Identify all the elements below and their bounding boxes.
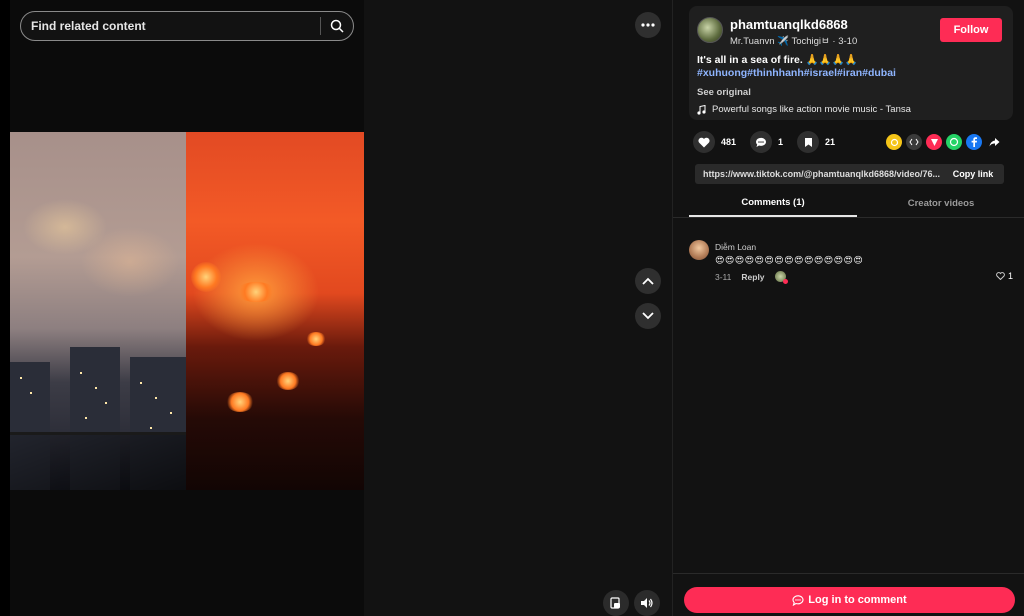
- more-horizontal-icon: [641, 23, 655, 27]
- search-button[interactable]: [321, 12, 353, 40]
- volume-icon: [641, 598, 653, 608]
- tab-comments[interactable]: Comments (1): [689, 190, 857, 217]
- share-url[interactable]: https://www.tiktok.com/@phamtuanqlkd6868…: [695, 169, 942, 179]
- more-share-button[interactable]: [986, 134, 1002, 150]
- miniplayer-icon: [610, 597, 620, 609]
- search-bar[interactable]: [20, 11, 354, 41]
- commenter-avatar[interactable]: [689, 240, 709, 260]
- comment-icon: [756, 137, 767, 147]
- like-button[interactable]: 481: [693, 131, 736, 153]
- engagement-stats: 481 1 21: [693, 131, 849, 153]
- music-title: Powerful songs like action movie music -…: [712, 104, 911, 115]
- comment-date: 3-11: [715, 271, 732, 282]
- reply-button[interactable]: Reply: [741, 272, 764, 282]
- repost-icon: [890, 138, 898, 146]
- comment-like-button[interactable]: 1: [996, 271, 1013, 281]
- details-panel: phamtuanqlkd6868 Mr.Tuanvn ✈️ Tochigiㅂ ·…: [672, 0, 1024, 616]
- heart-outline-icon: [996, 272, 1005, 280]
- share-arrow-icon: [989, 138, 999, 147]
- hashtag-link[interactable]: #xuhuong: [697, 67, 747, 79]
- see-original-link[interactable]: See original: [697, 87, 751, 98]
- share-icons: [886, 134, 1002, 150]
- video-right-scene: [186, 132, 364, 490]
- author-subline: Mr.Tuanvn ✈️ Tochigiㅂ · 3-10: [730, 33, 857, 47]
- video-left-scene: [10, 132, 186, 490]
- search-input[interactable]: [21, 19, 320, 33]
- username[interactable]: phamtuanqlkd6868: [730, 17, 848, 32]
- hashtag-link[interactable]: #dubai: [862, 67, 896, 79]
- repost-button[interactable]: [886, 134, 902, 150]
- like-count: 481: [721, 137, 737, 147]
- comment-button[interactable]: 1: [750, 131, 783, 153]
- avatar[interactable]: [697, 17, 723, 43]
- next-video-button[interactable]: [635, 303, 661, 329]
- volume-button[interactable]: [634, 590, 660, 616]
- comment-meta: 3-11 Reply: [715, 271, 788, 284]
- whatsapp-icon: [949, 137, 959, 147]
- hashtag-link[interactable]: #iran: [837, 67, 862, 79]
- login-label: Log in to comment: [808, 594, 907, 606]
- heart-icon: [698, 137, 710, 147]
- save-button[interactable]: 21: [797, 131, 835, 153]
- embed-button[interactable]: [906, 134, 922, 150]
- copy-link-button[interactable]: Copy link: [942, 169, 1004, 179]
- send-to-friends-button[interactable]: [926, 134, 942, 150]
- comment-count: 1: [778, 137, 784, 147]
- middle-column: [364, 0, 672, 616]
- panel-tabs: Comments (1) Creator videos: [673, 190, 1024, 218]
- whatsapp-share-button[interactable]: [946, 134, 962, 150]
- send-icon: [930, 138, 938, 146]
- bookmark-icon: [804, 137, 812, 147]
- chevron-down-icon: [642, 312, 654, 320]
- comment-author[interactable]: Diễm Loan: [715, 242, 756, 252]
- more-options-button[interactable]: [635, 12, 661, 38]
- search-icon: [330, 19, 344, 33]
- comment-text: 😍😍😍😍😍😍😍😍😍😍😍😍😍😍😍: [715, 255, 864, 265]
- hashtag-link[interactable]: #israel: [804, 67, 837, 79]
- comment-like-count: 1: [1007, 271, 1013, 281]
- music-note-icon: [697, 104, 706, 115]
- music-link[interactable]: Powerful songs like action movie music -…: [697, 104, 911, 115]
- video-frame[interactable]: [10, 132, 364, 490]
- comment-footer: Log in to comment: [673, 573, 1024, 616]
- caption-text: It's all in a sea of fire. 🙏🙏🙏🙏: [697, 54, 858, 66]
- facebook-share-button[interactable]: [966, 134, 982, 150]
- tab-creator-videos[interactable]: Creator videos: [857, 190, 1024, 217]
- post-info-card: phamtuanqlkd6868 Mr.Tuanvn ✈️ Tochigiㅂ ·…: [689, 6, 1013, 120]
- creator-liked-icon: [774, 271, 788, 284]
- hashtag-link[interactable]: #thinhhanh: [747, 67, 804, 79]
- left-margin: [0, 0, 10, 616]
- share-link-box: https://www.tiktok.com/@phamtuanqlkd6868…: [695, 164, 1004, 184]
- login-to-comment-button[interactable]: Log in to comment: [684, 587, 1015, 613]
- chevron-up-icon: [642, 277, 654, 285]
- embed-code-icon: [909, 138, 919, 146]
- save-count: 21: [825, 137, 836, 147]
- display-name: Mr.Tuanvn ✈️ Tochigiㅂ: [730, 36, 830, 47]
- miniplayer-button[interactable]: [603, 590, 629, 616]
- comment-bubble-icon: [792, 594, 804, 606]
- follow-button[interactable]: Follow: [940, 18, 1002, 42]
- previous-video-button[interactable]: [635, 268, 661, 294]
- facebook-icon: [971, 137, 977, 147]
- caption: It's all in a sea of fire. 🙏🙏🙏🙏#xuhuong#…: [697, 54, 1007, 80]
- post-date: 3-10: [838, 36, 858, 47]
